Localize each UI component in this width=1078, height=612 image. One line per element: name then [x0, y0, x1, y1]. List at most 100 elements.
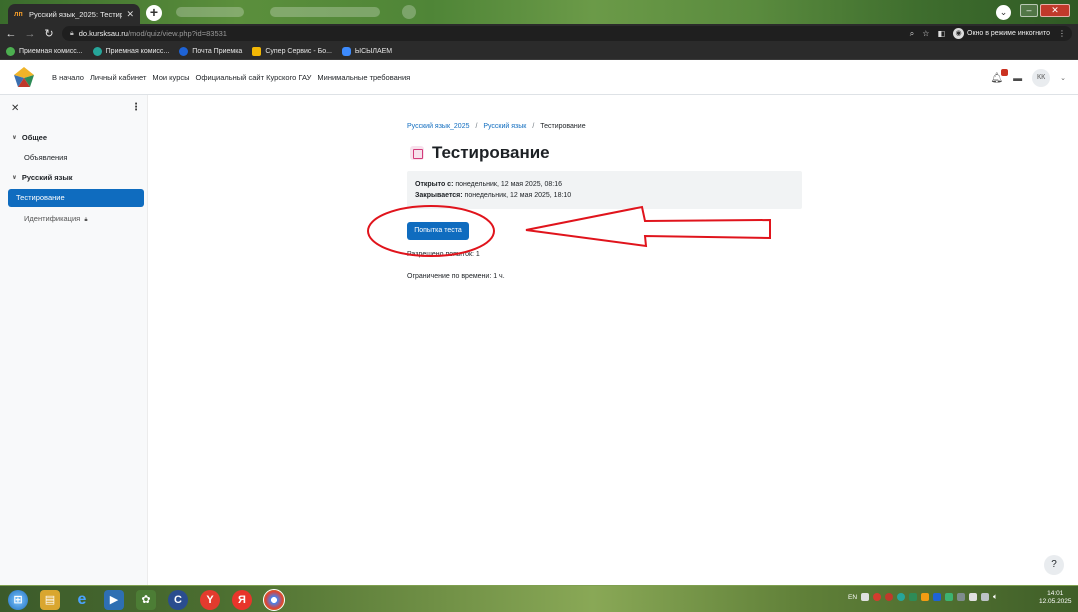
- volume-icon[interactable]: 🔈︎: [993, 592, 998, 602]
- system-tray: EN 🔈︎: [848, 592, 998, 602]
- nav-link-official-site[interactable]: Официальный сайт Курского ГАУ: [196, 73, 312, 82]
- tray-app-icon[interactable]: [921, 593, 930, 601]
- tray-app-icon[interactable]: [861, 593, 870, 601]
- address-bar[interactable]: 🔒︎ do.kursksau.ru /mod/quiz/view.php?id=…: [62, 26, 1072, 41]
- drawer-item-label: Идентификация: [24, 214, 81, 223]
- bookmark-label: Приемная комисс...: [105, 47, 170, 55]
- c-app-icon[interactable]: C: [168, 590, 188, 610]
- cloud-icon: [341, 46, 351, 56]
- side-panel-icon[interactable]: ◧: [937, 29, 945, 38]
- bookmark-item[interactable]: ЫСЫЛАЕМ: [341, 46, 393, 56]
- chevron-down-icon: ∨: [12, 175, 17, 181]
- nav-link-dashboard[interactable]: Личный кабинет: [90, 73, 146, 82]
- course-index-drawer: ✕ ⋮ ∨ Общее Объявления ∨ Русский язык Те…: [0, 95, 148, 585]
- notifications-bell-icon[interactable]: 🔔︎: [990, 68, 1009, 84]
- browser-menu-icon[interactable]: ⋮: [1058, 29, 1066, 38]
- drawer-item-announcements[interactable]: Объявления: [8, 149, 144, 167]
- new-tab-button[interactable]: +: [146, 5, 162, 21]
- incognito-indicator[interactable]: ◉ Окно в режиме инкогнито: [953, 28, 1050, 39]
- background-tab[interactable]: [402, 5, 416, 19]
- tab-search-chevron-icon[interactable]: ⌄: [996, 5, 1011, 20]
- close-date-line: Закрывается: понедельник, 12 мая 2025, 1…: [415, 190, 802, 201]
- messages-icon[interactable]: ▬: [1013, 73, 1022, 83]
- media-icon[interactable]: ▶: [104, 590, 124, 610]
- tray-app-icon[interactable]: [909, 593, 918, 601]
- bookmark-item[interactable]: Приемная комисс...: [92, 46, 170, 56]
- lock-icon[interactable]: 🔒︎: [70, 30, 74, 38]
- tray-app-icon[interactable]: [933, 593, 942, 601]
- service-icon: [252, 46, 262, 56]
- university-logo-icon[interactable]: [12, 66, 36, 90]
- user-menu-chevron-icon[interactable]: ⌄: [1060, 74, 1066, 82]
- help-button[interactable]: ?: [1044, 555, 1064, 575]
- nav-link-requirements[interactable]: Минимальные требования: [317, 73, 410, 82]
- incognito-icon: ◉: [953, 28, 964, 39]
- background-tab[interactable]: [176, 7, 244, 17]
- drawer-item-testing[interactable]: Тестирование: [8, 189, 144, 207]
- close-drawer-icon[interactable]: ✕: [11, 103, 19, 114]
- window-close-button[interactable]: ✕: [1040, 4, 1070, 17]
- active-tab[interactable]: лп Русский язык_2025: Тестирован... ✕: [8, 4, 140, 24]
- bookmark-item[interactable]: Почта Приемка: [179, 46, 242, 56]
- network-icon[interactable]: [969, 593, 978, 601]
- navbar-user-area: 🔔︎ ▬ КК ⌄: [990, 68, 1066, 87]
- section-russian-language[interactable]: ∨ Русский язык: [12, 173, 73, 182]
- url-path: /mod/quiz/view.php?id=83531: [127, 29, 227, 38]
- clock-date: 12.05.2025: [1039, 598, 1072, 605]
- clock-time: 14:01: [1047, 590, 1064, 597]
- omnibox-actions: ⌕ ☆ ◧ ◉ Окно в режиме инкогнито ⋮: [910, 26, 1066, 41]
- breadcrumb-separator: /: [475, 123, 478, 130]
- tray-app-icon[interactable]: [945, 593, 954, 601]
- tray-app-icon[interactable]: [957, 593, 966, 601]
- bookmark-item[interactable]: Супер Сервис - Бо...: [252, 46, 332, 56]
- tray-app-icon[interactable]: [873, 593, 882, 601]
- tray-app-icon[interactable]: [897, 593, 906, 601]
- minimize-button[interactable]: –: [1020, 4, 1038, 17]
- start-attempt-button[interactable]: Попытка теста: [407, 222, 469, 240]
- nav-link-home[interactable]: В начало: [52, 73, 84, 82]
- bookmark-item[interactable]: Приемная комисс...: [6, 46, 83, 56]
- close-icon[interactable]: ✕: [126, 9, 134, 20]
- open-date-label: Открыто с:: [415, 181, 454, 188]
- close-date-label: Закрывается:: [415, 192, 463, 199]
- bookmarks-bar: Приемная комисс... Приемная комисс... По…: [0, 43, 1078, 60]
- zoom-search-icon[interactable]: ⌕: [910, 29, 914, 39]
- window-controls: – ✕: [1018, 3, 1070, 18]
- bookmark-label: ЫСЫЛАЕМ: [354, 47, 393, 55]
- page-header: Тестирование: [410, 143, 550, 163]
- reload-icon[interactable]: ↻: [41, 27, 57, 40]
- system-clock[interactable]: 14:01 12.05.2025: [1039, 590, 1072, 606]
- browser-tab-strip: лп Русский язык_2025: Тестирован... ✕ + …: [0, 0, 1078, 24]
- section-label: Русский язык: [21, 173, 73, 182]
- start-button-icon[interactable]: ⊞: [8, 590, 28, 610]
- breadcrumb-course[interactable]: Русский язык_2025: [407, 123, 469, 130]
- file-explorer-icon[interactable]: ▤: [40, 590, 60, 610]
- ie-browser-icon[interactable]: e: [72, 590, 92, 610]
- avatar[interactable]: КК: [1032, 69, 1051, 87]
- tray-app-icon[interactable]: [885, 593, 894, 601]
- back-arrow-icon[interactable]: ←: [3, 28, 19, 40]
- more-options-icon[interactable]: ⋮: [131, 102, 141, 113]
- drawer-item-identification[interactable]: Идентификация 🔒︎: [8, 210, 144, 228]
- time-limit: Ограничение по времени: 1 ч.: [407, 273, 505, 280]
- globe-icon: [92, 46, 102, 56]
- battery-icon[interactable]: [981, 593, 990, 601]
- os-taskbar: ⊞ ▤ e ▶ ✿ C Y Я EN 🔈︎ 14:01 12.05.2025: [0, 585, 1078, 612]
- quiz-icon: [410, 146, 424, 160]
- forward-arrow-icon[interactable]: →: [22, 28, 38, 40]
- language-indicator[interactable]: EN: [848, 594, 857, 601]
- bookmark-star-icon[interactable]: ☆: [922, 29, 929, 38]
- page-title: Тестирование: [432, 143, 550, 162]
- background-tab[interactable]: [270, 7, 380, 17]
- section-general[interactable]: ∨ Общее: [12, 133, 47, 142]
- incognito-label: Окно в режиме инкогнито: [967, 30, 1050, 37]
- yandex-browser-icon[interactable]: Я: [232, 590, 252, 610]
- nav-link-my-courses[interactable]: Мои курсы: [152, 73, 189, 82]
- breadcrumb-section[interactable]: Русский язык: [483, 123, 526, 130]
- site-navbar: В начало Личный кабинет Мои курсы Официа…: [0, 61, 1078, 95]
- mail-icon: [179, 46, 189, 56]
- yandex-icon[interactable]: Y: [200, 590, 220, 610]
- section-label: Общее: [21, 133, 48, 142]
- app-icon[interactable]: ✿: [136, 590, 156, 610]
- chrome-icon[interactable]: [263, 589, 285, 611]
